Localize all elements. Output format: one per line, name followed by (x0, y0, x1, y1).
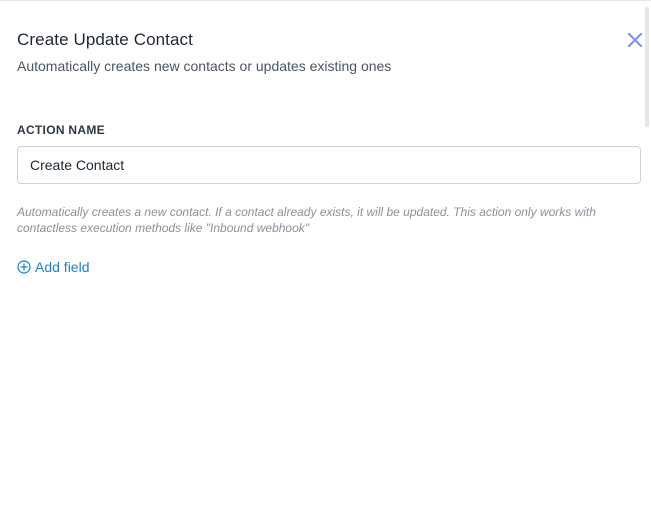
panel-header: Create Update Contact Automatically crea… (17, 29, 634, 75)
panel-subtitle: Automatically creates new contacts or up… (17, 58, 392, 74)
scrollbar[interactable] (645, 7, 649, 127)
create-update-contact-panel: Create Update Contact Automatically crea… (0, 0, 651, 530)
action-name-input[interactable] (17, 146, 641, 184)
action-name-label: ACTION NAME (17, 123, 105, 137)
action-name-help-text: Automatically creates a new contact. If … (17, 205, 596, 235)
close-button[interactable] (626, 31, 644, 49)
close-icon (628, 33, 642, 47)
panel-title: Create Update Contact (17, 30, 193, 49)
add-field-button[interactable]: Add field (17, 259, 89, 275)
plus-circle-icon (17, 260, 31, 274)
add-field-label: Add field (35, 259, 90, 275)
